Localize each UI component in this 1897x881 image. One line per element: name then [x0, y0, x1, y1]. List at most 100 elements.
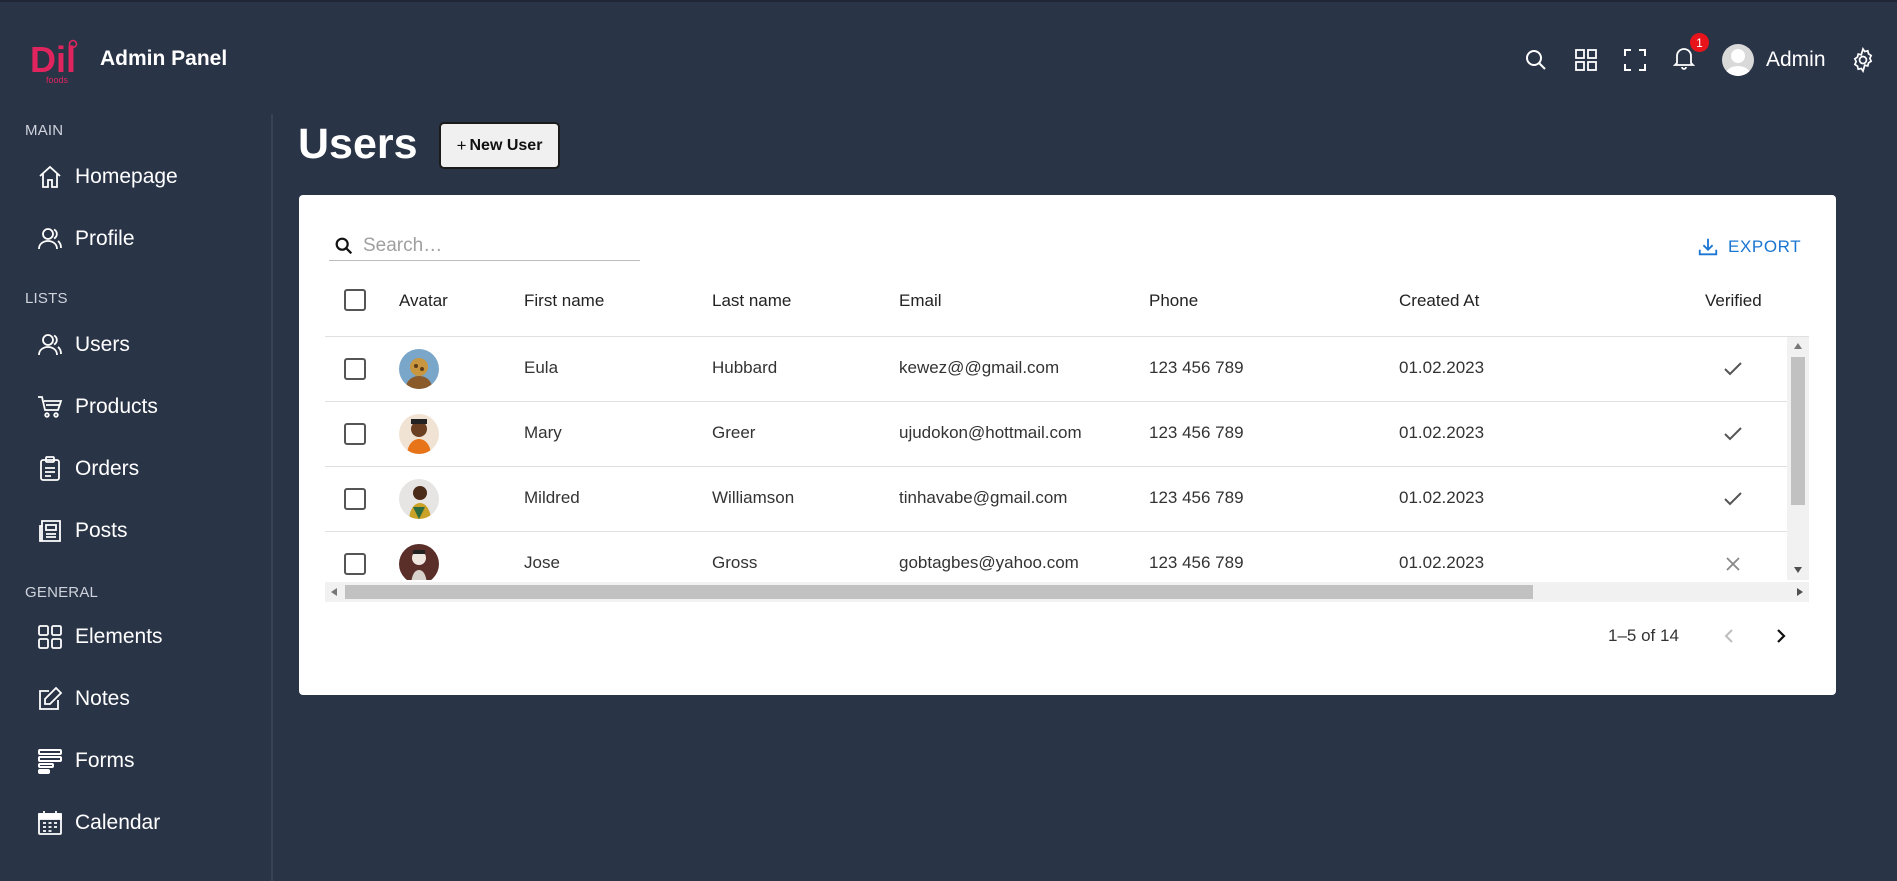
column-header-phone[interactable]: Phone [1149, 291, 1198, 311]
profile-icon [38, 228, 62, 250]
scroll-up-icon[interactable] [1794, 343, 1802, 349]
search-icon[interactable] [1522, 46, 1550, 74]
scroll-down-icon[interactable] [1794, 567, 1802, 573]
chevron-right-icon [1777, 629, 1786, 643]
sidebar-item-users[interactable]: Users [36, 325, 130, 365]
cell-last-name: Hubbard [712, 358, 778, 377]
cell-phone: 123 456 789 [1149, 423, 1244, 442]
close-icon [1726, 557, 1740, 571]
avatar [399, 414, 439, 454]
sidebar-item-notes[interactable]: Notes [36, 679, 130, 719]
sidebar-item-label: Notes [75, 687, 130, 710]
sidebar-section-main: MAIN [25, 122, 64, 139]
sidebar-item-forms[interactable]: Forms [36, 741, 135, 781]
avatar [399, 544, 439, 580]
check-icon [1724, 492, 1742, 506]
users-table-card: EXPORT Avatar First name Last name Email… [299, 195, 1836, 695]
cell-first-name: Jose [524, 553, 560, 572]
table-row[interactable]: Jose Gross gobtagbes@yahoo.com 123 456 7… [325, 532, 1787, 580]
horizontal-scroll-thumb[interactable] [345, 585, 1533, 599]
column-header-verified[interactable]: Verified [1705, 291, 1762, 311]
edit-icon [39, 686, 63, 710]
cell-phone: 123 456 789 [1149, 358, 1244, 377]
search-box[interactable] [329, 231, 640, 261]
newspaper-icon [39, 520, 61, 542]
export-label: EXPORT [1728, 237, 1802, 256]
cell-created-at: 01.02.2023 [1399, 553, 1485, 572]
search-icon [335, 237, 353, 254]
column-header-created-at[interactable]: Created At [1399, 291, 1479, 311]
column-header-last-name[interactable]: Last name [712, 291, 791, 311]
new-user-button[interactable]: + New User [439, 122, 560, 169]
vertical-scroll-thumb[interactable] [1791, 357, 1805, 505]
top-bar: Dil foods Admin Panel 1 Admin [0, 0, 1897, 114]
row-checkbox[interactable] [344, 553, 366, 575]
cell-email: ujudokon@hottmail.com [899, 423, 1082, 442]
cell-first-name: Eula [524, 358, 559, 377]
user-name[interactable]: Admin [1766, 48, 1826, 72]
fullscreen-icon[interactable] [1621, 46, 1649, 74]
column-header-first-name[interactable]: First name [524, 291, 604, 311]
home-icon [39, 165, 61, 188]
cell-email: tinhavabe@gmail.com [899, 488, 1068, 507]
sidebar: MAIN Homepage Profile LISTS Users Produc… [0, 114, 273, 881]
table-row[interactable]: Eula Hubbard kewez@@gmail.com 123 456 78… [325, 337, 1787, 402]
sidebar-item-label: Homepage [75, 165, 178, 188]
next-page-button[interactable] [1762, 618, 1798, 654]
sidebar-item-elements[interactable]: Elements [36, 617, 163, 657]
settings-icon[interactable] [1849, 46, 1877, 74]
cell-first-name: Mildred [524, 488, 580, 507]
horizontal-scrollbar[interactable] [325, 582, 1809, 602]
sidebar-item-label: Calendar [75, 811, 161, 834]
sidebar-item-label: Orders [75, 457, 140, 480]
cell-phone: 123 456 789 [1149, 488, 1244, 507]
cell-email: gobtagbes@yahoo.com [899, 553, 1079, 572]
select-all-checkbox[interactable] [344, 289, 366, 311]
cell-created-at: 01.02.2023 [1399, 423, 1485, 442]
sidebar-item-label: Products [75, 395, 158, 418]
pagination-info: 1–5 of 14 [1608, 626, 1679, 645]
cell-last-name: Gross [712, 553, 758, 572]
vertical-scrollbar[interactable] [1787, 337, 1809, 580]
page-title: Users [298, 120, 418, 168]
chevron-left-icon [1724, 629, 1733, 643]
row-checkbox[interactable] [344, 488, 366, 510]
sidebar-item-label: Profile [75, 227, 135, 250]
avatar [399, 349, 439, 389]
cell-last-name: Greer [712, 423, 756, 442]
export-button[interactable]: EXPORT [1697, 236, 1801, 258]
sidebar-item-orders[interactable]: Orders [36, 449, 139, 489]
scroll-right-icon[interactable] [1797, 588, 1803, 596]
row-checkbox[interactable] [344, 423, 366, 445]
sidebar-item-label: Posts [75, 519, 128, 542]
sidebar-item-products[interactable]: Products [36, 387, 158, 427]
cell-last-name: Williamson [712, 488, 795, 507]
calendar-icon [38, 811, 62, 835]
cell-created-at: 01.02.2023 [1399, 358, 1485, 377]
user-avatar[interactable] [1722, 44, 1754, 76]
table-row[interactable]: Mildred Williamson tinhavabe@gmail.com 1… [325, 467, 1787, 532]
apps-icon[interactable] [1572, 46, 1600, 74]
sidebar-item-posts[interactable]: Posts [36, 511, 128, 551]
logo[interactable]: Dil foods [28, 38, 84, 88]
search-input[interactable] [363, 234, 623, 257]
check-icon [1724, 362, 1742, 376]
sidebar-item-calendar[interactable]: Calendar [36, 803, 160, 843]
clipboard-icon [40, 456, 60, 481]
table-body: Eula Hubbard kewez@@gmail.com 123 456 78… [325, 337, 1809, 580]
sidebar-item-label: Forms [75, 749, 135, 772]
svg-text:foods: foods [46, 75, 69, 85]
new-user-label: New User [469, 136, 543, 154]
app-title: Admin Panel [100, 47, 228, 70]
table-row[interactable]: Mary Greer ujudokon@hottmail.com 123 456… [325, 402, 1787, 467]
column-header-avatar[interactable]: Avatar [399, 291, 448, 311]
column-header-email[interactable]: Email [899, 291, 942, 311]
sidebar-item-homepage[interactable]: Homepage [36, 157, 178, 197]
cart-icon [38, 396, 63, 418]
sidebar-section-general: GENERAL [25, 584, 99, 601]
row-checkbox[interactable] [344, 358, 366, 380]
scroll-left-icon[interactable] [331, 588, 337, 596]
form-icon [38, 749, 62, 774]
previous-page-button[interactable] [1712, 618, 1748, 654]
sidebar-item-profile[interactable]: Profile [36, 219, 135, 259]
